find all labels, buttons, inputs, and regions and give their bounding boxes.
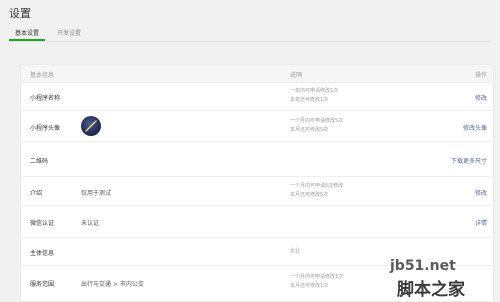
table-row-certification: 微信认证 未认证 详情 xyxy=(21,206,493,238)
active-tab-indicator xyxy=(9,39,45,41)
tab-dev-settings[interactable]: 开发设置 xyxy=(57,28,81,37)
watermark-url: jb51.net xyxy=(390,258,456,274)
row-description: 一个月内可申请修改5次 本月还可修改5次 xyxy=(290,118,344,133)
avatar xyxy=(81,116,101,136)
header-action: 操作 xyxy=(474,72,487,79)
modify-avatar-link[interactable]: 修改头像 xyxy=(463,123,487,132)
row-description: 一年内可申请修改1次 本年还可修改1次 xyxy=(290,88,339,103)
row-label: 主体信息 xyxy=(30,250,55,257)
row-description: 一个月内可申请修改1次 本月还可修改1次 xyxy=(290,274,344,289)
row-label: 服务范围 xyxy=(30,281,55,288)
table-row-avatar: 小程序头像 一个月内可申请修改5次 本月还可修改5次 修改头像 xyxy=(21,111,493,142)
row-label: 二维码 xyxy=(30,158,49,165)
tab-bar: 基本设置 开发设置 xyxy=(9,26,491,42)
page-title: 设置 xyxy=(9,7,31,20)
row-label: 微信认证 xyxy=(30,220,55,227)
table-row-name: 小程序名称 一年内可申请修改1次 本年还可修改1次 修改 xyxy=(21,83,493,111)
modify-intro-link[interactable]: 修改 xyxy=(475,188,487,197)
row-label: 小程序头像 xyxy=(30,125,61,132)
row-description: 一个月内可申请5次修改 本月还可修改5次 xyxy=(290,183,344,198)
table-row-qrcode: 二维码 下载更多尺寸 xyxy=(21,142,493,177)
row-label: 小程序名称 xyxy=(30,95,61,102)
row-value: 未认证 xyxy=(81,220,100,227)
header-basic-info: 基本信息 xyxy=(30,72,55,79)
table-row-intro: 介绍 仅用于测试 一个月内可申请5次修改 本月还可修改5次 修改 xyxy=(21,177,493,206)
header-description: 说明 xyxy=(290,72,303,79)
row-value: 仅用于测试 xyxy=(81,190,112,197)
row-value: 出行与交通 > 市内公交 xyxy=(81,281,144,288)
certification-details-link[interactable]: 详情 xyxy=(475,218,487,227)
modify-name-link[interactable]: 修改 xyxy=(475,93,487,102)
download-sizes-link[interactable]: 下载更多尺寸 xyxy=(451,156,487,165)
tab-basic-settings[interactable]: 基本设置 xyxy=(15,28,39,37)
table-header: 基本信息 说明 操作 xyxy=(21,65,493,83)
row-description: 企业 xyxy=(290,248,301,254)
watermark-site-name: 脚本之家 xyxy=(397,280,465,300)
row-label: 介绍 xyxy=(30,190,43,197)
